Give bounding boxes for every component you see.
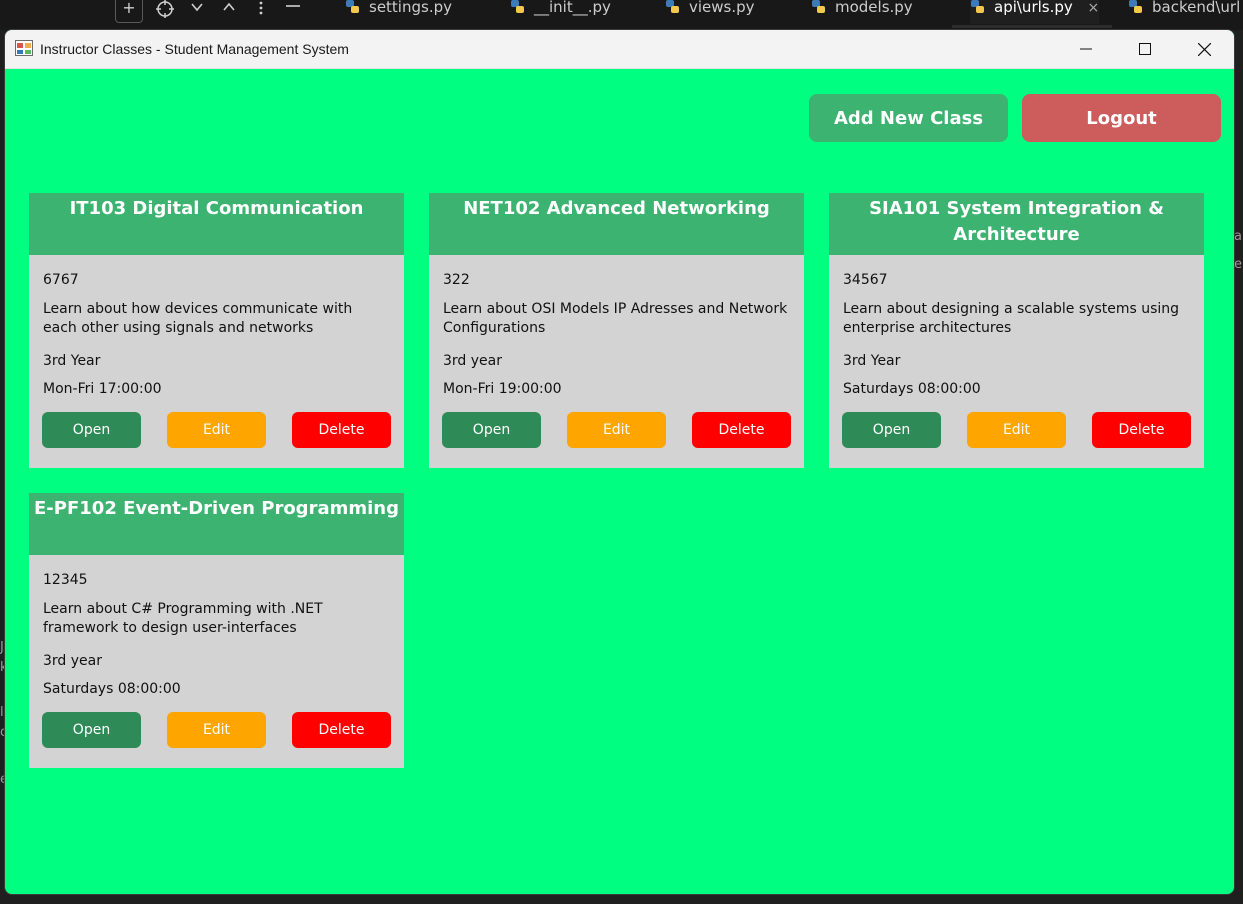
editor-edge-text: J <box>0 640 4 655</box>
editor-tab-settings[interactable]: settings.py <box>345 0 452 24</box>
class-code: 6767 <box>43 272 79 288</box>
tab-label: settings.py <box>369 0 452 16</box>
delete-button[interactable]: Delete <box>692 412 791 448</box>
minimize-icon <box>1080 48 1092 50</box>
class-description: Learn about designing a scalable systems… <box>843 301 1180 336</box>
editor-edge-text: l <box>0 705 4 720</box>
more-vertical-icon[interactable] <box>245 0 277 22</box>
editor-toolbar: + <box>115 0 309 23</box>
maximize-button[interactable] <box>1116 30 1174 68</box>
python-file-icon <box>346 0 359 13</box>
class-schedule: Saturdays 08:00:00 <box>843 381 981 397</box>
class-card: E-PF102 Event-Driven Programming 12345 L… <box>29 493 404 768</box>
chevron-up-icon[interactable] <box>213 0 245 22</box>
new-file-icon[interactable]: + <box>115 0 143 23</box>
editor-tab-models[interactable]: models.py <box>811 0 913 24</box>
class-description: Learn about how devices communicate with… <box>43 301 353 336</box>
tab-label: api\urls.py <box>994 0 1073 16</box>
delete-button[interactable]: Delete <box>292 412 391 448</box>
python-file-icon <box>666 0 679 13</box>
tab-label: models.py <box>835 0 913 16</box>
class-schedule: Mon-Fri 17:00:00 <box>43 381 162 397</box>
delete-button[interactable]: Delete <box>1092 412 1191 448</box>
editor-tab-init[interactable]: __init__.py <box>510 0 611 24</box>
class-title: SIA101 System Integration & Architecture <box>829 193 1204 255</box>
edit-button[interactable]: Edit <box>567 412 666 448</box>
class-code: 12345 <box>43 572 88 588</box>
delete-button[interactable]: Delete <box>292 712 391 748</box>
class-title: E-PF102 Event-Driven Programming <box>29 493 404 555</box>
close-button[interactable] <box>1175 30 1233 68</box>
python-file-icon <box>812 0 825 13</box>
edit-button[interactable]: Edit <box>167 412 266 448</box>
open-button[interactable]: Open <box>42 412 141 448</box>
class-title: IT103 Digital Communication <box>29 193 404 255</box>
class-year: 3rd year <box>43 653 102 669</box>
python-file-icon <box>1129 0 1142 13</box>
tab-label: views.py <box>689 0 755 16</box>
tab-label: backend\url <box>1152 0 1241 16</box>
editor-tab-views[interactable]: views.py <box>665 0 755 24</box>
maximize-icon <box>1139 43 1151 55</box>
class-card: SIA101 System Integration & Architecture… <box>829 193 1204 468</box>
class-card: IT103 Digital Communication 6767 Learn a… <box>29 193 404 468</box>
logout-button[interactable]: Logout <box>1022 94 1221 142</box>
add-new-class-button[interactable]: Add New Class <box>809 94 1008 142</box>
edit-button[interactable]: Edit <box>167 712 266 748</box>
title-bar[interactable]: Instructor Classes - Student Management … <box>5 30 1234 69</box>
window-title: Instructor Classes - Student Management … <box>40 41 349 57</box>
app-icon <box>15 40 33 56</box>
editor-edge-text: e <box>1234 257 1242 272</box>
chevron-down-icon[interactable] <box>181 0 213 22</box>
class-schedule: Mon-Fri 19:00:00 <box>443 381 562 397</box>
minimize-button[interactable] <box>1057 30 1115 68</box>
editor-tab-api-urls[interactable]: api\urls.py × <box>970 0 1100 24</box>
python-file-icon <box>971 0 984 13</box>
open-button[interactable]: Open <box>42 712 141 748</box>
open-button[interactable]: Open <box>442 412 541 448</box>
class-schedule: Saturdays 08:00:00 <box>43 681 181 697</box>
minus-icon[interactable] <box>277 0 309 22</box>
class-year: 3rd Year <box>843 353 901 369</box>
class-card: NET102 Advanced Networking 322 Learn abo… <box>429 193 804 468</box>
class-description: Learn about C# Programming with .NET fra… <box>43 601 323 636</box>
active-tab-indicator <box>952 25 1112 28</box>
class-description: Learn about OSI Models IP Adresses and N… <box>443 301 788 336</box>
edit-button[interactable]: Edit <box>967 412 1066 448</box>
class-year: 3rd Year <box>43 353 101 369</box>
class-code: 322 <box>443 272 470 288</box>
open-button[interactable]: Open <box>842 412 941 448</box>
class-title: NET102 Advanced Networking <box>429 193 804 255</box>
tab-label: __init__.py <box>534 0 611 16</box>
python-file-icon <box>511 0 524 13</box>
editor-tab-backend-urls[interactable]: backend\url <box>1128 0 1240 24</box>
editor-edge-text: a <box>1234 229 1242 244</box>
class-code: 34567 <box>843 272 888 288</box>
class-year: 3rd year <box>443 353 502 369</box>
app-window: Instructor Classes - Student Management … <box>5 30 1234 894</box>
close-icon <box>1197 42 1211 56</box>
close-icon[interactable]: × <box>1088 0 1100 16</box>
editor-tab-bar: + settings.py __init__.py views.py model… <box>0 0 1243 30</box>
target-icon[interactable] <box>149 0 181 22</box>
